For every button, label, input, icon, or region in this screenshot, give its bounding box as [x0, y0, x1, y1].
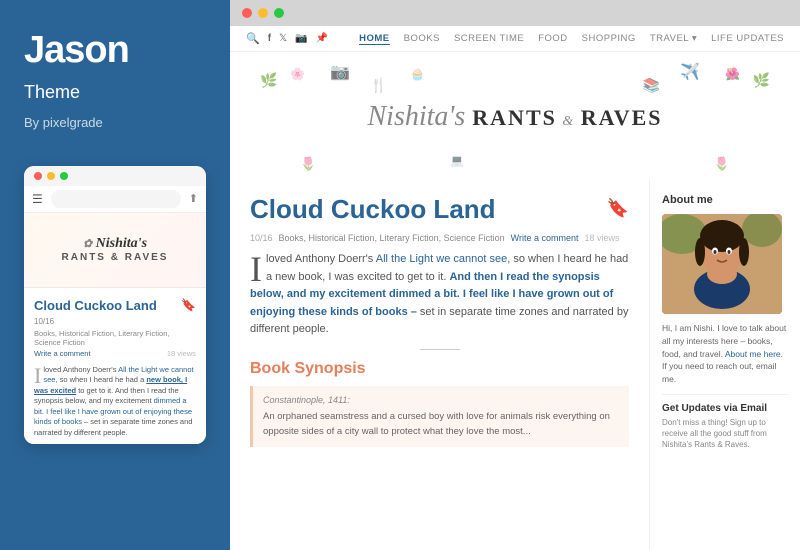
nav-home[interactable]: HOME — [359, 33, 390, 45]
left-sidebar: Jason Theme By pixelgrade ☰ ⬆ ✿ Nishita'… — [0, 0, 230, 550]
deco-plane: ✈️ — [680, 62, 700, 82]
deco-camera: 📷 — [330, 62, 350, 82]
browser-dot-yellow — [258, 8, 268, 18]
browser-window: 🔍 f 𝕏 📷 📌 HOME BOOKS SCREEN TIME FOOD SH… — [230, 0, 800, 550]
blog-post-comment-link[interactable]: Write a comment — [511, 233, 579, 243]
sidebar-divider — [662, 394, 788, 395]
blog-body: Cloud Cuckoo Land 🔖 10/16 Books, Histori… — [230, 180, 800, 550]
about-me-link[interactable]: About me here. — [725, 349, 783, 359]
mobile-post-comment: Write a comment — [34, 349, 91, 358]
nav-life-updates[interactable]: LIFE UPDATES — [711, 33, 784, 45]
nav-food[interactable]: FOOD — [538, 33, 567, 45]
hero-title-area: Nishita's RANTS & RAVES — [367, 101, 662, 133]
nav-travel[interactable]: TRAVEL ▾ — [650, 33, 697, 45]
avatar-svg — [662, 214, 782, 314]
instagram-icon[interactable]: 📷 — [295, 33, 307, 44]
mobile-dot-green — [60, 172, 68, 180]
deco-laptop: 💻 — [450, 154, 464, 167]
deco-flower2: 🌺 — [725, 67, 740, 81]
theme-subtitle: Theme — [24, 82, 206, 103]
deco-leaf2: 🌿 — [753, 72, 770, 89]
mobile-blog-name: ✿ Nishita's — [62, 236, 169, 252]
browser-topbar — [230, 0, 800, 26]
subscribe-title: Get Updates via Email — [662, 403, 788, 414]
mobile-post: Cloud Cuckoo Land 🔖 10/16 Books, Histori… — [24, 288, 206, 445]
blog-hero: 🌿 🌸 📷 🍴 🧁 🌿 🌺 ✈️ 📚 🌷 🌷 💻 Nishita's RANTS… — [230, 52, 800, 180]
theme-title: Jason — [24, 30, 206, 72]
deco-cupcake: 🧁 — [410, 67, 425, 81]
mobile-search-bar — [51, 190, 181, 208]
deco-leaf1: 🌿 — [260, 72, 277, 89]
mobile-blog-sub: RANTS & RAVES — [62, 252, 169, 263]
mobile-dot-yellow — [47, 172, 55, 180]
deco-book: 📚 — [643, 77, 660, 94]
mobile-toolbar-icons: ☰ — [32, 192, 43, 206]
hero-nishitas: Nishita's — [367, 101, 465, 132]
about-me-text: Hi, I am Nishi. I love to talk about all… — [662, 322, 788, 386]
blog-sidebar: About me — [650, 180, 800, 550]
blog-synopsis-title: Book Synopsis — [250, 360, 629, 378]
excerpt-highlight2: dimmed a bit. I feel like I have grown o… — [34, 396, 192, 426]
facebook-icon[interactable]: f — [268, 33, 271, 44]
blog-post-categories: Books, Historical Fiction, Literary Fict… — [279, 233, 505, 243]
deco-utensils: 🍴 — [370, 77, 387, 94]
hamburger-icon: ☰ — [32, 192, 43, 206]
hero-rants-raves: RANTS & RAVES — [472, 105, 662, 130]
nav-screen-time[interactable]: SCREEN TIME — [454, 33, 524, 45]
twitter-icon[interactable]: 𝕏 — [279, 33, 287, 44]
dropcap-i: I — [34, 366, 41, 386]
nav-shopping[interactable]: SHOPPING — [582, 33, 636, 45]
excerpt-link1[interactable]: All the Light we cannot see — [376, 253, 507, 265]
excerpt-highlight: new book, I was excited — [34, 375, 187, 395]
blog-post-title: Cloud Cuckoo Land 🔖 — [250, 194, 629, 225]
theme-by: By pixelgrade — [24, 115, 206, 130]
browser-content: 🔍 f 𝕏 📷 📌 HOME BOOKS SCREEN TIME FOOD SH… — [230, 26, 800, 550]
mobile-bookmark-icon: 🔖 — [181, 298, 196, 312]
blog-divider — [420, 349, 460, 350]
subscribe-text: Don't miss a thing! Sign up to receive a… — [662, 417, 788, 451]
blog-synopsis-box: Constantinople, 1411: An orphaned seamst… — [250, 386, 629, 447]
mobile-post-meta: 10/16 — [34, 317, 196, 326]
blog-synopsis-location: Constantinople, 1411: — [263, 394, 619, 408]
deco-flower1: 🌸 — [290, 67, 305, 81]
mobile-post-title: Cloud Cuckoo Land 🔖 — [34, 298, 196, 313]
hero-blog-name-italic: Nishita's RANTS & RAVES — [367, 101, 662, 133]
about-me-title: About me — [662, 194, 788, 206]
deco-flower3: 🌷 — [300, 156, 316, 172]
mobile-content: ✿ Nishita's RANTS & RAVES Cloud Cuckoo L… — [24, 213, 206, 445]
search-icon[interactable]: 🔍 — [246, 32, 260, 45]
deco-flower4: 🌷 — [714, 156, 730, 172]
mobile-dot-red — [34, 172, 42, 180]
blog-post-views: 18 views — [584, 233, 619, 243]
blog-nav-icons: 🔍 f 𝕏 📷 📌 — [246, 32, 328, 45]
sidebar-avatar — [662, 214, 782, 314]
mobile-topbar — [24, 166, 206, 186]
mobile-post-views: 18 views — [167, 349, 196, 360]
mobile-share-icon: ⬆ — [189, 192, 198, 205]
mobile-toolbar: ☰ ⬆ — [24, 186, 206, 213]
mobile-post-cats: Books, Historical Fiction, Literary Fict… — [34, 329, 196, 347]
nav-books[interactable]: BOOKS — [404, 33, 440, 45]
pinterest-icon[interactable]: 📌 — [316, 33, 328, 44]
blog-nav-links: HOME BOOKS SCREEN TIME FOOD SHOPPING TRA… — [359, 33, 784, 45]
blog-bookmark-icon[interactable]: 🔖 — [607, 198, 629, 219]
blog-post-meta: 10/16 Books, Historical Fiction, Literar… — [250, 233, 629, 243]
blog-nav: 🔍 f 𝕏 📷 📌 HOME BOOKS SCREEN TIME FOOD SH… — [230, 26, 800, 52]
blog-post-excerpt: I loved Anthony Doerr's All the Light we… — [250, 251, 629, 339]
avatar-face — [662, 214, 782, 314]
mobile-post-excerpt: I loved Anthony Doerr's All the Light we… — [34, 365, 196, 439]
blog-main: Cloud Cuckoo Land 🔖 10/16 Books, Histori… — [230, 180, 650, 550]
blog-hero-illustration: 🌿 🌸 📷 🍴 🧁 🌿 🌺 ✈️ 📚 🌷 🌷 💻 Nishita's RANTS… — [250, 62, 780, 172]
browser-dot-red — [242, 8, 252, 18]
dropcap-I: I — [250, 255, 262, 284]
mobile-blog-header: ✿ Nishita's RANTS & RAVES — [24, 213, 206, 288]
browser-dot-green — [274, 8, 284, 18]
mobile-preview: ☰ ⬆ ✿ Nishita's RANTS & RAVES Cloud Cuck… — [24, 166, 206, 445]
